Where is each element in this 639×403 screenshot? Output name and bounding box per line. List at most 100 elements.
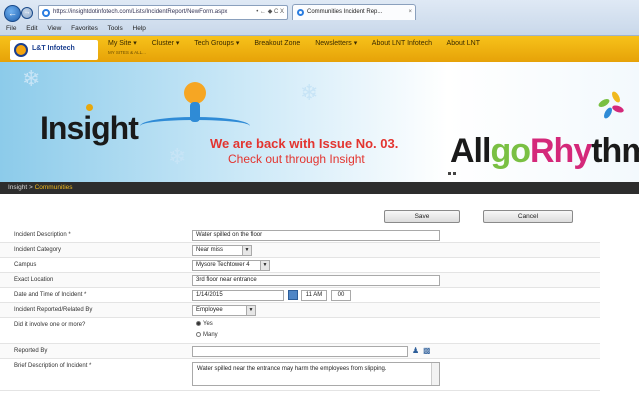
- banner-headline: We are back with Issue No. 03.: [210, 136, 399, 151]
- allgo-part-thm: thm: [591, 132, 639, 170]
- close-tab-icon[interactable]: ×: [408, 5, 412, 20]
- forward-icon[interactable]: →: [21, 7, 33, 19]
- allgo-part-a: All: [450, 132, 491, 170]
- mascot-body: [190, 102, 200, 122]
- logo-mark-icon: [14, 43, 28, 57]
- involve-label: Did it involve one or more?: [14, 322, 86, 328]
- form-row-location: Exact Location 3rd floor near entrance: [0, 273, 600, 288]
- brief-label: Brief Description of Incident *: [14, 363, 92, 369]
- brand-dot: [86, 104, 93, 111]
- nav-cluster[interactable]: Cluster ▾: [152, 40, 180, 47]
- breadcrumb-separator: >: [27, 184, 35, 191]
- nav-about-lnt[interactable]: About LNT: [447, 40, 480, 47]
- calendar-icon[interactable]: [288, 290, 298, 300]
- location-input[interactable]: 3rd floor near entrance: [192, 275, 440, 286]
- involve-option-yes-label: Yes: [203, 321, 213, 328]
- chevron-down-icon: ▼: [260, 261, 269, 270]
- allgo-part-rhy: Rhy: [530, 132, 592, 170]
- site-top-nav: L&T Infotech My Site ▾ Cluster ▾ Tech Gr…: [0, 36, 639, 62]
- breadcrumb-text: Insight > Communities: [8, 182, 73, 194]
- involve-option-many[interactable]: Many: [196, 332, 218, 338]
- form-row-reported-by: Reported By ♟ ▩: [0, 344, 600, 359]
- form-row-category: Incident Category Near miss ▼: [0, 243, 600, 258]
- incident-form: Incident Description * Water spilled on …: [0, 228, 600, 391]
- reported-related-value: Employee: [196, 307, 223, 313]
- breadcrumb-current[interactable]: Communities: [35, 184, 73, 191]
- cancel-button[interactable]: Cancel: [483, 210, 573, 223]
- campus-value: Mysore Techtower 4: [196, 262, 250, 268]
- description-label: Incident Description *: [14, 232, 71, 238]
- reported-by-input[interactable]: [192, 346, 408, 357]
- location-label: Exact Location: [14, 277, 54, 283]
- address-bar[interactable]: https://insightdotinfotech.com/Lists/Inc…: [38, 5, 288, 20]
- nav-subtext: MY SITES & ALL...: [108, 50, 146, 55]
- banner-subline: Check out through Insight: [228, 152, 365, 166]
- menu-view[interactable]: View: [47, 25, 61, 32]
- snowflake-icon: ❄: [300, 80, 319, 105]
- people-picker-icon[interactable]: ♟: [412, 346, 421, 356]
- insight-brand: Insight: [40, 110, 139, 146]
- campus-label: Campus: [14, 262, 37, 268]
- form-row-description: Incident Description * Water spilled on …: [0, 228, 600, 243]
- menu-favorites[interactable]: Favorites: [71, 25, 98, 32]
- breadcrumb-root[interactable]: Insight: [8, 184, 27, 191]
- nav-breakout-zone[interactable]: Breakout Zone: [254, 40, 300, 47]
- category-select[interactable]: Near miss ▼: [192, 245, 252, 256]
- site-logo[interactable]: L&T Infotech: [10, 40, 98, 60]
- menu-edit[interactable]: Edit: [26, 25, 37, 32]
- involve-option-yes[interactable]: Yes: [196, 321, 213, 327]
- tab-title: Communities Incident Rep...: [307, 9, 383, 15]
- nav-about-lnt-infotech[interactable]: About LNT Infotech: [372, 40, 432, 47]
- campus-select[interactable]: Mysore Techtower 4 ▼: [192, 260, 270, 271]
- form-row-reported-related: Incident Reported/Related By Employee ▼: [0, 303, 600, 318]
- reported-related-select[interactable]: Employee ▼: [192, 305, 256, 316]
- radio-selected-icon: [196, 321, 201, 326]
- radio-unselected-icon: [196, 332, 201, 337]
- date-input[interactable]: 1/14/2015: [192, 290, 284, 301]
- carousel-dots[interactable]: [448, 170, 462, 175]
- minute-select[interactable]: 00: [331, 290, 351, 301]
- browser-chrome: ← → https://insightdotinfotech.com/Lists…: [0, 0, 639, 36]
- form-row-campus: Campus Mysore Techtower 4 ▼: [0, 258, 600, 273]
- datetime-label: Date and Time of Incident *: [14, 292, 87, 298]
- ie-icon: [297, 9, 304, 16]
- menu-bar: File Edit View Favorites Tools Help: [0, 23, 154, 35]
- menu-file[interactable]: File: [6, 25, 16, 32]
- chevron-down-icon: ▼: [242, 246, 251, 255]
- address-controls[interactable]: • ← ◆ C X: [256, 6, 284, 19]
- nav-links: My Site ▾ Cluster ▾ Tech Groups ▾ Breako…: [108, 39, 493, 47]
- save-button[interactable]: Save: [384, 210, 460, 223]
- reported-by-label: Reported By: [14, 348, 48, 354]
- involve-option-many-label: Many: [203, 332, 218, 339]
- logo-text: L&T Infotech: [32, 45, 75, 52]
- brief-description-textarea[interactable]: Water spilled near the entrance may harm…: [192, 362, 440, 386]
- form-row-datetime: Date and Time of Incident * 1/14/2015 11…: [0, 288, 600, 303]
- chevron-down-icon: ▼: [246, 306, 255, 315]
- nav-tech-groups[interactable]: Tech Groups ▾: [194, 40, 239, 47]
- description-input[interactable]: Water spilled on the floor: [192, 230, 440, 241]
- ie-icon: [42, 9, 50, 17]
- snowflake-icon: ❄: [22, 66, 41, 91]
- allgo-part-go: go: [490, 132, 531, 170]
- flower-decoration-icon: [597, 90, 628, 124]
- reported-related-label: Incident Reported/Related By: [14, 307, 93, 313]
- address-book-icon[interactable]: ▩: [423, 346, 432, 356]
- address-text: https://insightdotinfotech.com/Lists/Inc…: [53, 9, 228, 15]
- form-row-involve: Did it involve one or more? Yes Many: [0, 318, 600, 344]
- banner: ❄ ❄ ❄ Insight We are back with Issue No.…: [0, 62, 639, 182]
- menu-help[interactable]: Help: [133, 25, 146, 32]
- browser-tab[interactable]: Communities Incident Rep... ×: [292, 4, 416, 20]
- category-label: Incident Category: [14, 247, 62, 253]
- nav-my-site[interactable]: My Site ▾: [108, 40, 137, 47]
- hour-select[interactable]: 11 AM: [301, 290, 327, 301]
- breadcrumb: Insight > Communities: [0, 182, 639, 194]
- snowflake-icon: ❄: [168, 144, 187, 169]
- allgorhythm-logo: AllgoRhythm: [450, 132, 639, 171]
- nav-newsletters[interactable]: Newsletters ▾: [315, 40, 357, 47]
- menu-tools[interactable]: Tools: [108, 25, 123, 32]
- back-icon[interactable]: ←: [4, 5, 21, 22]
- form-row-brief: Brief Description of Incident * Water sp…: [0, 359, 600, 391]
- brief-text: Water spilled near the entrance may harm…: [197, 366, 387, 372]
- scrollbar[interactable]: [431, 363, 439, 385]
- category-value: Near miss: [196, 247, 224, 253]
